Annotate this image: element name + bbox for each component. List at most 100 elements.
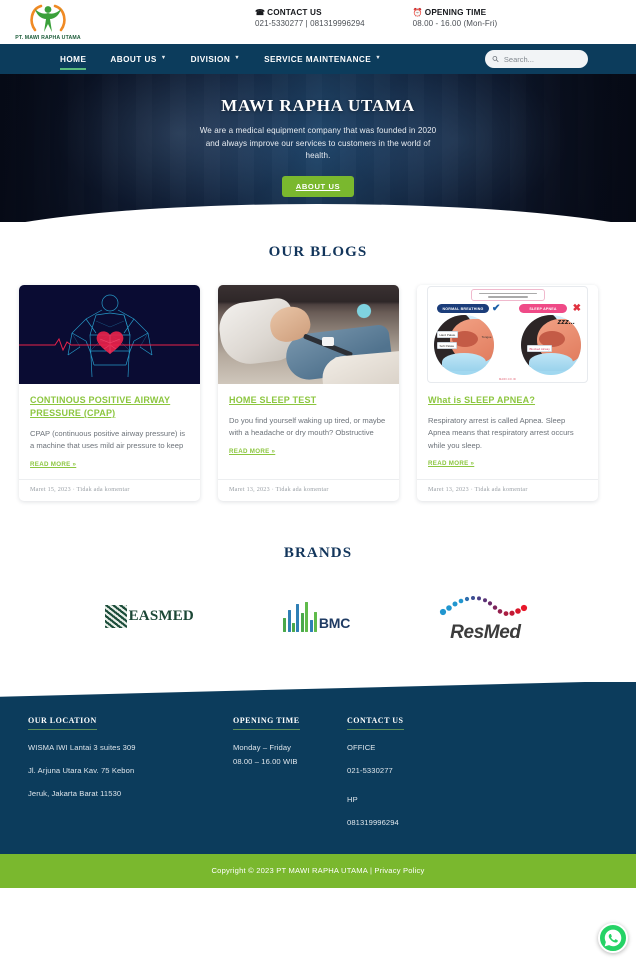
blogs-heading: OUR BLOGS	[268, 244, 368, 260]
nav-item-home[interactable]: HOME	[48, 48, 98, 71]
clock-icon: ⏰	[412, 8, 423, 18]
blog-card[interactable]: HOME SLEEP TEST Do you find yourself wak…	[218, 285, 399, 501]
blog-card-meta: Maret 13, 2023 · Tidak ada komentar	[417, 478, 598, 501]
footer-heading-location: OUR LOCATION	[28, 716, 97, 730]
brand-logo-resmed[interactable]: ResMed	[439, 588, 531, 646]
blog-card-meta: Maret 15, 2023 · Tidak ada komentar	[19, 478, 200, 501]
blocked-airway-label: Blocked Airway	[527, 345, 553, 352]
search-icon	[492, 56, 499, 62]
zzz-label: zzz...	[557, 317, 575, 326]
footer-contact-office-number: 021-5330277	[347, 765, 393, 775]
whatsapp-icon	[604, 929, 622, 947]
hero-subtitle: We are a medical equipment company that …	[199, 126, 437, 161]
blogs-section: OUR BLOGS CONTINOUS POSITIVE AIRWAY PRES…	[0, 222, 636, 501]
opening-info-block: ⏰ OPENING TIME 08.00 - 16.00 (Mon-Fri)	[413, 8, 498, 29]
footer-column-contact: CONTACT US OFFICE 021-5330277 HP 0813199…	[347, 710, 527, 828]
apnea-normal-diagram: Hard Palate Soft Palate Tongue	[434, 315, 494, 375]
blog-card-image-sleep-apnea: NORMAL BREATHING ✔ SLEEP APNEA ✖ Hard Pa…	[417, 285, 598, 384]
contact-label: CONTACT US	[267, 8, 322, 17]
blog-card-meta: Maret 13, 2023 · Tidak ada komentar	[218, 478, 399, 501]
easmed-mark-icon	[104, 605, 127, 629]
brands-heading: BRANDS	[283, 544, 353, 561]
nav-item-division-label: DIVISION	[190, 54, 231, 64]
blog-card-read-more-link[interactable]: READ MORE »	[428, 460, 474, 467]
chevron-down-icon: ▼	[234, 55, 241, 62]
blog-card-list: CONTINOUS POSITIVE AIRWAY PRESSURE (CPAP…	[0, 285, 636, 501]
tongue-shape	[529, 353, 573, 371]
apnea-infographic: NORMAL BREATHING ✔ SLEEP APNEA ✖ Hard Pa…	[427, 286, 588, 383]
blog-card-meta-separator: ·	[271, 486, 274, 493]
footer-columns: OUR LOCATION WISMA IWI Lantai 3 suites 3…	[0, 682, 636, 828]
close-icon: ✖	[572, 303, 581, 314]
blog-card-body: CONTINOUS POSITIVE AIRWAY PRESSURE (CPAP…	[19, 384, 200, 479]
apnea-sleep-apnea-pill: SLEEP APNEA	[519, 304, 567, 313]
apnea-normal-breathing-pill: NORMAL BREATHING	[437, 304, 489, 313]
blog-card-image-heart	[19, 285, 200, 384]
chest-sensor-shape	[322, 337, 334, 346]
blog-card-title[interactable]: HOME SLEEP TEST	[229, 394, 388, 407]
blog-card-excerpt: CPAP (continuous positive airway pressur…	[30, 429, 186, 451]
apnea-credit-text: MAWI.CO.ID	[499, 378, 516, 381]
nav-item-division[interactable]: DIVISION ▼	[179, 48, 252, 71]
soft-palate-label: Soft Palate	[437, 342, 457, 349]
resmed-wordmark: ResMed	[450, 621, 521, 643]
nav-item-list: HOME ABOUT US ▼ DIVISION ▼ SERVICE MAINT…	[48, 48, 393, 71]
logo-mark-icon	[30, 4, 66, 32]
blog-card-comments: Tidak ada komentar	[275, 486, 329, 493]
heart-wireframe-icon	[67, 294, 152, 378]
nav-item-service-maintenance[interactable]: SERVICE MAINTENANCE ▼	[252, 48, 393, 71]
nav-item-about-us[interactable]: ABOUT US ▼	[98, 48, 178, 71]
blog-card-comments: Tidak ada komentar	[474, 486, 528, 493]
brand-logo-list: EASMED BMC ResMed	[0, 562, 636, 646]
tongue-label: Tongue	[481, 334, 492, 339]
contact-value: 021-5330277 | 081319996294	[255, 19, 365, 29]
footer-heading-opening: OPENING TIME	[233, 716, 300, 730]
nav-item-home-label: HOME	[60, 54, 87, 64]
blog-card-comments: Tidak ada komentar	[76, 486, 130, 493]
blog-card-date: Maret 15, 2023	[30, 486, 71, 493]
search-input[interactable]	[503, 54, 581, 64]
contact-info-heading: ☎ CONTACT US	[255, 8, 365, 18]
blog-card-meta-separator: ·	[72, 486, 75, 493]
logo-text: PT. MAWI RAPHA UTAMA	[15, 34, 81, 41]
bmc-wordmark: BMC	[318, 614, 351, 631]
brand-logo-easmed[interactable]: EASMED	[104, 588, 194, 646]
blog-card-read-more-link[interactable]: READ MORE »	[229, 448, 275, 455]
blog-card-body: HOME SLEEP TEST Do you find yourself wak…	[218, 384, 399, 479]
top-bar: PT. MAWI RAPHA UTAMA ☎ CONTACT US 021-53…	[0, 0, 636, 44]
resmed-wave-icon	[440, 595, 528, 616]
copyright-text: Copyright © 2023 PT MAWI RAPHA UTAMA | P…	[211, 866, 425, 876]
phone-icon: ☎	[255, 8, 266, 18]
footer-column-location: OUR LOCATION WISMA IWI Lantai 3 suites 3…	[28, 710, 233, 828]
page-root: PT. MAWI RAPHA UTAMA ☎ CONTACT US 021-53…	[0, 0, 636, 960]
footer-opening-line: 08.00 – 16.00 WIB	[233, 756, 298, 766]
opening-info-heading: ⏰ OPENING TIME	[413, 8, 498, 18]
check-icon: ✔	[492, 303, 501, 314]
easmed-wordmark: EASMED	[128, 608, 194, 625]
blog-card-image-sleep-test	[218, 285, 399, 384]
search-box[interactable]	[485, 50, 588, 68]
blog-card-title[interactable]: CONTINOUS POSITIVE AIRWAY PRESSURE (CPAP…	[30, 394, 189, 420]
hard-palate-label: Hard Palate	[437, 331, 458, 338]
blog-card-meta-separator: ·	[470, 486, 473, 493]
hero-content: MAWI RAPHA UTAMA We are a medical equipm…	[0, 74, 636, 197]
site-logo[interactable]: PT. MAWI RAPHA UTAMA	[6, 0, 90, 44]
chevron-down-icon: ▼	[160, 55, 167, 62]
hero-about-us-button[interactable]: ABOUT US	[281, 175, 355, 197]
blog-card-title[interactable]: What is SLEEP APNEA?	[428, 394, 587, 407]
blog-card[interactable]: NORMAL BREATHING ✔ SLEEP APNEA ✖ Hard Pa…	[417, 285, 598, 501]
footer-contact-office-label: OFFICE	[347, 742, 376, 752]
blog-card-read-more-link[interactable]: READ MORE »	[30, 461, 76, 468]
apnea-banner-caption	[470, 289, 545, 301]
footer-location-line: WISMA IWI Lantai 3 suites 309	[28, 742, 136, 752]
blog-card-date: Maret 13, 2023	[229, 486, 270, 493]
main-navigation: HOME ABOUT US ▼ DIVISION ▼ SERVICE MAINT…	[0, 44, 636, 74]
brand-logo-bmc[interactable]: BMC	[283, 588, 350, 646]
whatsapp-float-button[interactable]	[598, 923, 628, 953]
blog-card-excerpt: Do you find yourself waking up tired, or…	[229, 416, 386, 438]
nav-item-service-maintenance-label: SERVICE MAINTENANCE	[264, 54, 372, 64]
opening-label: OPENING TIME	[424, 8, 487, 17]
site-footer: OUR LOCATION WISMA IWI Lantai 3 suites 3…	[0, 680, 636, 854]
blog-card[interactable]: CONTINOUS POSITIVE AIRWAY PRESSURE (CPAP…	[19, 285, 200, 501]
hero-title: MAWI RAPHA UTAMA	[221, 96, 415, 115]
